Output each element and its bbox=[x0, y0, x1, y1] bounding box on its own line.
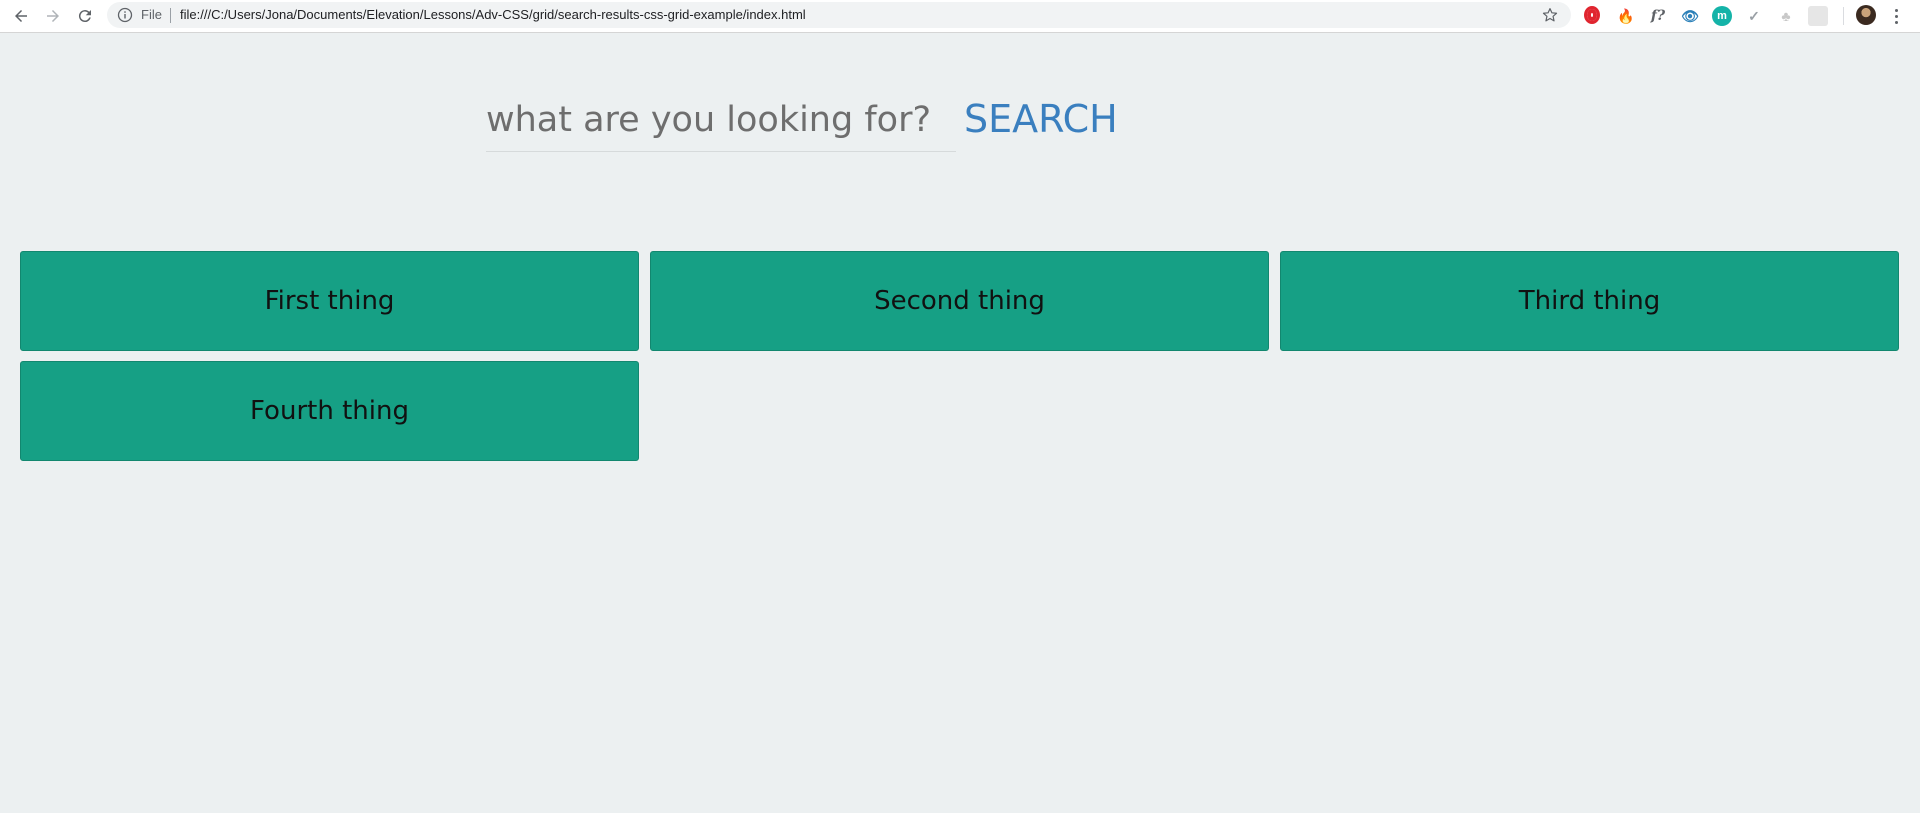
result-label: Second thing bbox=[874, 286, 1045, 316]
search-input[interactable] bbox=[486, 88, 956, 152]
tree-extension-icon[interactable]: ♣ bbox=[1776, 6, 1796, 26]
check-extension-icon[interactable]: ✓ bbox=[1744, 6, 1764, 26]
m-extension-icon[interactable]: m bbox=[1712, 6, 1732, 26]
eye-extension-icon[interactable]: 👁 bbox=[1680, 6, 1700, 26]
result-card[interactable]: Second thing bbox=[650, 251, 1269, 351]
omnibox-divider bbox=[170, 8, 171, 23]
bookmark-star-icon[interactable] bbox=[1541, 6, 1559, 24]
back-button[interactable] bbox=[8, 3, 34, 29]
address-bar[interactable]: File file:///C:/Users/Jona/Documents/Ele… bbox=[107, 2, 1571, 28]
results-grid: First thing Second thing Third thing Fou… bbox=[20, 251, 1900, 461]
result-card[interactable]: Fourth thing bbox=[20, 361, 639, 461]
browser-toolbar: File file:///C:/Users/Jona/Documents/Ele… bbox=[0, 0, 1920, 33]
menu-icon[interactable] bbox=[1890, 5, 1902, 27]
forward-button[interactable] bbox=[40, 3, 66, 29]
reload-button[interactable] bbox=[72, 3, 98, 29]
url-text[interactable]: file:///C:/Users/Jona/Documents/Elevatio… bbox=[180, 7, 806, 22]
profile-avatar[interactable] bbox=[1856, 5, 1876, 25]
result-card[interactable]: Third thing bbox=[1280, 251, 1899, 351]
result-label: Fourth thing bbox=[250, 396, 409, 426]
square-extension-icon[interactable] bbox=[1808, 6, 1828, 26]
result-card[interactable]: First thing bbox=[20, 251, 639, 351]
result-label: First thing bbox=[264, 286, 395, 316]
function-extension-icon[interactable]: f? bbox=[1648, 6, 1668, 26]
toolbar-divider bbox=[1843, 7, 1844, 25]
scheme-label: File bbox=[141, 7, 162, 22]
reload-icon bbox=[78, 10, 91, 23]
fire-extension-icon[interactable]: 🔥 bbox=[1616, 6, 1636, 26]
forward-arrow-icon bbox=[47, 10, 59, 22]
info-icon[interactable] bbox=[117, 7, 133, 23]
result-label: Third thing bbox=[1518, 286, 1661, 316]
opera-extension-icon[interactable] bbox=[1584, 6, 1600, 24]
search-button[interactable]: SEARCH bbox=[964, 93, 1118, 145]
back-arrow-icon bbox=[15, 10, 27, 22]
